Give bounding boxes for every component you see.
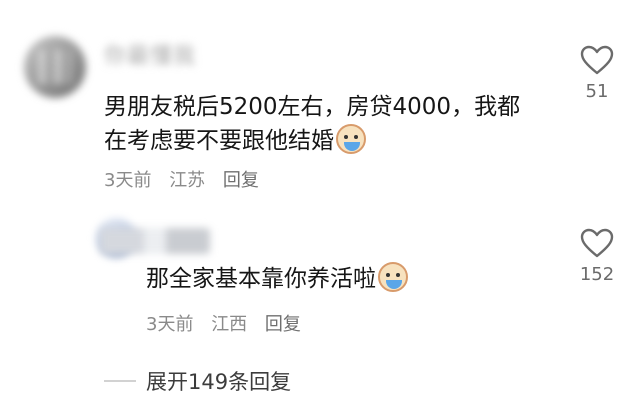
reply-location: 江西 [211, 314, 248, 335]
like-count: 51 [585, 81, 609, 102]
comment-text-line-2: 在考虑要不要跟他结婚 [104, 128, 334, 154]
reply-reply-button[interactable]: 回复 [265, 314, 301, 335]
reply-text: 那全家基本靠你养活啦 [146, 262, 408, 296]
like-button[interactable]: 51 [573, 45, 621, 102]
reply-username[interactable] [100, 228, 210, 254]
crying-face-emoji-icon [378, 262, 408, 292]
comment-time: 3天前 [104, 170, 152, 191]
comment-text-line: 男朋友税后5200左右，房贷4000，我都 [104, 94, 521, 120]
reply-meta: 3天前 江西 回复 [146, 310, 313, 336]
reply-like-button[interactable]: 152 [573, 228, 621, 285]
comment-text: 男朋友税后5200左右，房贷4000，我都 在考虑要不要跟他结婚 [104, 90, 564, 158]
reply-like-count: 152 [579, 264, 615, 285]
expand-replies-button[interactable]: 展开149条回复 [104, 366, 291, 396]
expand-divider [104, 380, 136, 382]
comment-meta: 3天前 江苏 回复 [104, 166, 271, 192]
comment-avatar[interactable] [24, 36, 86, 98]
comment-text-line: 在考虑要不要跟他结婚 [104, 124, 564, 158]
expand-replies-label[interactable]: 展开149条回复 [146, 366, 291, 396]
crying-face-emoji-icon [336, 124, 366, 154]
reply-time: 3天前 [146, 314, 194, 335]
heart-outline-icon[interactable] [580, 45, 614, 75]
reply-text-content: 那全家基本靠你养活啦 [146, 266, 376, 292]
reply-button[interactable]: 回复 [223, 170, 259, 191]
heart-outline-icon[interactable] [580, 228, 614, 258]
comment-location: 江苏 [169, 170, 206, 191]
comment-username[interactable]: 你最懂我 [104, 38, 284, 69]
